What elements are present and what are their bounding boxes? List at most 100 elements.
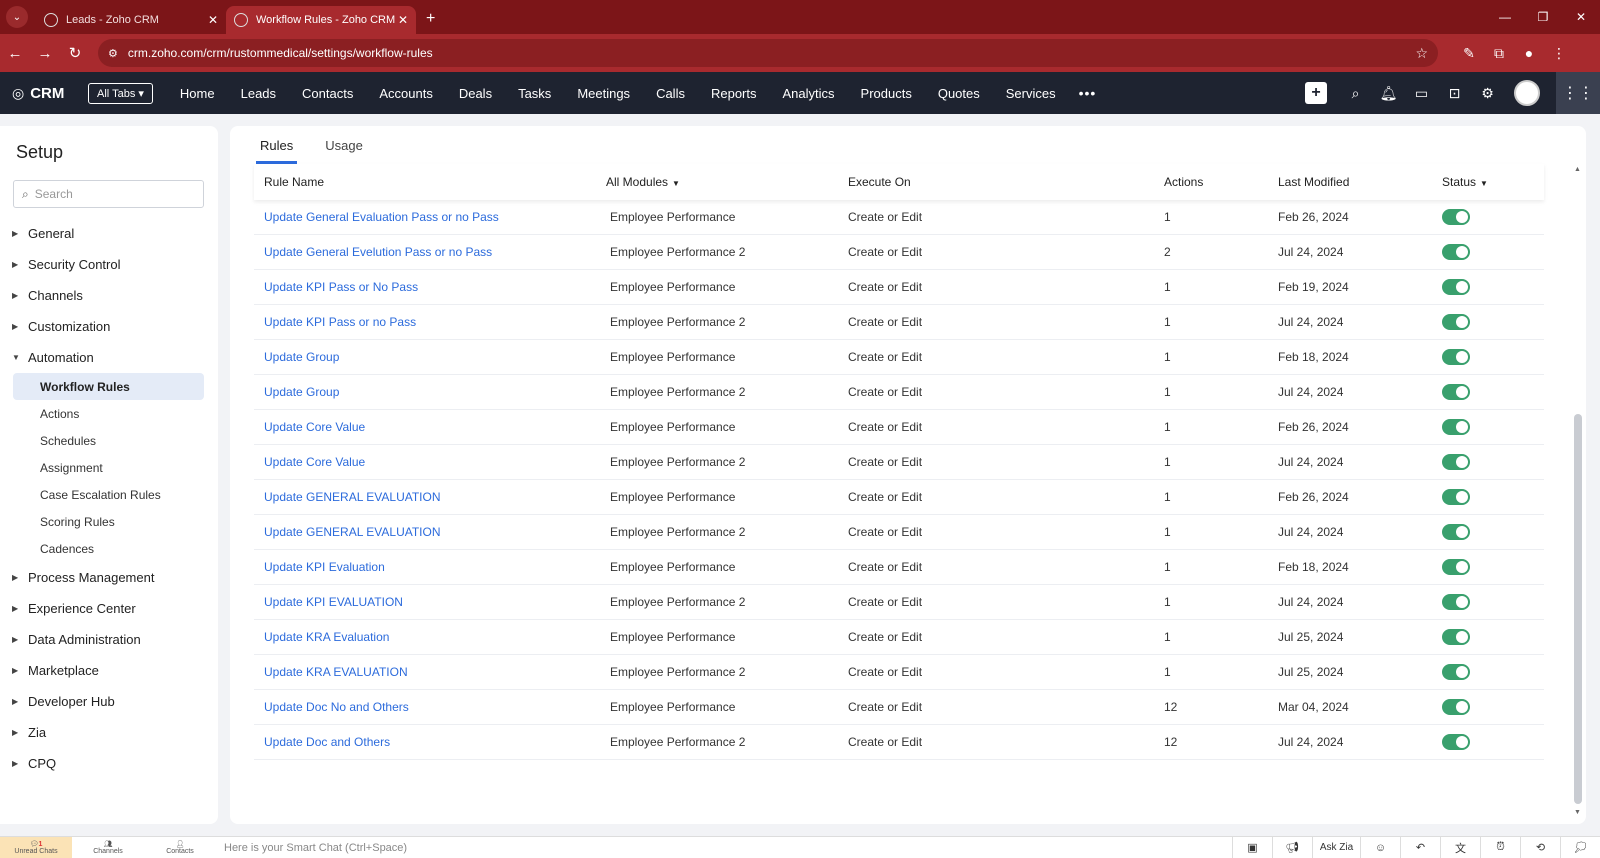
table-row[interactable]: Update General Evelution Pass or no Pass…	[254, 235, 1544, 270]
browser-menu-icon[interactable]: ⋮	[1544, 45, 1574, 62]
screen-share-icon[interactable]: ▣	[1232, 836, 1272, 858]
smart-chat-input[interactable]: Here is your Smart Chat (Ctrl+Space)	[224, 842, 1232, 854]
module-filter-dropdown[interactable]: All Modules ▼	[606, 175, 848, 189]
status-toggle[interactable]	[1442, 349, 1470, 365]
rule-name-link[interactable]: Update Doc and Others	[254, 735, 606, 749]
sidebar-item-schedules[interactable]: Schedules	[0, 427, 218, 454]
restore-icon[interactable]: ❐	[1524, 10, 1562, 24]
sidebar-item-developer-hub[interactable]: ▶ Developer Hub	[0, 686, 218, 717]
forward-icon[interactable]: →	[30, 45, 60, 62]
table-row[interactable]: Update KRA EVALUATION Employee Performanc…	[254, 655, 1544, 690]
nav-item[interactable]: Analytics	[770, 86, 848, 101]
rule-name-link[interactable]: Update Group	[254, 350, 606, 364]
avatar[interactable]	[1514, 80, 1540, 106]
translate-icon[interactable]: 文	[1440, 836, 1480, 858]
sidebar-item-cpq[interactable]: ▶ CPQ	[0, 748, 218, 779]
table-row[interactable]: Update Doc No and Others Employee Perform…	[254, 690, 1544, 725]
rule-name-link[interactable]: Update GENERAL EVALUATION	[254, 490, 606, 504]
rule-name-link[interactable]: Update Core Value	[254, 455, 606, 469]
status-toggle[interactable]	[1442, 489, 1470, 505]
table-row[interactable]: Update General Evaluation Pass or no Pas…	[254, 200, 1544, 235]
announcement-icon[interactable]: 📢︎	[1272, 836, 1312, 858]
minimize-icon[interactable]: —	[1486, 10, 1524, 24]
tab-rules[interactable]: Rules	[256, 126, 298, 164]
sidebar-item-experience-center[interactable]: ▶ Experience Center	[0, 593, 218, 624]
rule-name-link[interactable]: Update General Evaluation Pass or no Pas…	[254, 210, 606, 224]
marketplace-icon[interactable]: ⊡	[1438, 85, 1471, 102]
table-row[interactable]: Update GENERAL EVALUATION Employee Perfor…	[254, 480, 1544, 515]
sidebar-item-automation[interactable]: ▼ Automation	[0, 342, 218, 373]
scroll-thumb[interactable]	[1574, 414, 1582, 804]
sidebar-item-cadences[interactable]: Cadences	[0, 535, 218, 562]
alarm-icon[interactable]: ⏰︎	[1480, 836, 1520, 858]
status-toggle[interactable]	[1442, 734, 1470, 750]
pen-icon[interactable]: ✎	[1454, 45, 1484, 62]
status-toggle[interactable]	[1442, 384, 1470, 400]
sidebar-item-channels[interactable]: ▶ Channels	[0, 280, 218, 311]
more-icon[interactable]: •••	[1069, 85, 1107, 101]
table-row[interactable]: Update Group Employee Performance 2 Create…	[254, 375, 1544, 410]
scrollbar[interactable]: ▲ ▼	[1574, 166, 1582, 816]
rule-name-link[interactable]: Update Group	[254, 385, 606, 399]
nav-item[interactable]: Services	[993, 86, 1069, 101]
rule-name-link[interactable]: Update KPI Pass or No Pass	[254, 280, 606, 294]
rule-name-link[interactable]: Update Doc No and Others	[254, 700, 606, 714]
unread-chats-button[interactable]: 💬︎1 Unread Chats	[0, 836, 72, 858]
status-toggle[interactable]	[1442, 454, 1470, 470]
rule-name-link[interactable]: Update KPI EVALUATION	[254, 595, 606, 609]
crm-logo[interactable]: ◎ CRM	[0, 85, 88, 102]
table-row[interactable]: Update KPI Evaluation Employee Performanc…	[254, 550, 1544, 585]
status-toggle[interactable]	[1442, 664, 1470, 680]
status-toggle[interactable]	[1442, 279, 1470, 295]
sidebar-item-general[interactable]: ▶ General	[0, 218, 218, 249]
close-tab-icon[interactable]: ✕	[398, 13, 408, 27]
browser-tab-leads[interactable]: Leads - Zoho CRM ✕	[36, 6, 226, 34]
site-info-icon[interactable]: ⚙	[108, 47, 118, 60]
nav-item[interactable]: Home	[167, 86, 228, 101]
rule-name-link[interactable]: Update KRA Evaluation	[254, 630, 606, 644]
table-row[interactable]: Update KPI EVALUATION Employee Performanc…	[254, 585, 1544, 620]
sidebar-item-customization[interactable]: ▶ Customization	[0, 311, 218, 342]
gear-icon[interactable]: ⚙	[1471, 85, 1504, 102]
all-tabs-button[interactable]: All Tabs ▾	[88, 82, 153, 104]
status-toggle[interactable]	[1442, 594, 1470, 610]
zia-icon[interactable]: ☺	[1360, 836, 1400, 858]
apps-grid-icon[interactable]: ⋮⋮	[1556, 72, 1600, 114]
status-toggle[interactable]	[1442, 209, 1470, 225]
status-toggle[interactable]	[1442, 244, 1470, 260]
nav-item[interactable]: Deals	[446, 86, 505, 101]
status-toggle[interactable]	[1442, 314, 1470, 330]
sidebar-item-workflow-rules[interactable]: Workflow Rules	[13, 373, 204, 400]
sidebar-item-data-administration[interactable]: ▶ Data Administration	[0, 624, 218, 655]
sidebar-item-actions[interactable]: Actions	[0, 400, 218, 427]
table-row[interactable]: Update Doc and Others Employee Performanc…	[254, 725, 1544, 760]
status-toggle[interactable]	[1442, 419, 1470, 435]
url-field[interactable]: ⚙ crm.zoho.com/crm/rustommedical/setting…	[98, 39, 1438, 67]
status-filter-dropdown[interactable]: Status ▼	[1442, 175, 1542, 189]
undo-icon[interactable]: ↶	[1400, 836, 1440, 858]
rule-name-link[interactable]: Update General Evelution Pass or no Pass	[254, 245, 606, 259]
extensions-icon[interactable]: ⧉	[1484, 45, 1514, 62]
search-icon[interactable]: ⌕	[1339, 85, 1372, 102]
nav-item[interactable]: Products	[848, 86, 925, 101]
nav-item[interactable]: Calls	[643, 86, 698, 101]
table-row[interactable]: Update Core Value Employee Performance 2 C…	[254, 445, 1544, 480]
table-row[interactable]: Update Core Value Employee Performance Cre…	[254, 410, 1544, 445]
status-toggle[interactable]	[1442, 629, 1470, 645]
tab-usage[interactable]: Usage	[325, 126, 363, 164]
tab-search-icon[interactable]: ⌄	[6, 6, 28, 28]
ask-zia-button[interactable]: Ask Zia	[1312, 836, 1360, 858]
rule-name-link[interactable]: Update KRA EVALUATION	[254, 665, 606, 679]
channels-button[interactable]: 👥︎ Channels	[72, 837, 144, 858]
sidebar-item-zia[interactable]: ▶ Zia	[0, 717, 218, 748]
table-row[interactable]: Update KRA Evaluation Employee Performanc…	[254, 620, 1544, 655]
history-icon[interactable]: ⟲	[1520, 836, 1560, 858]
browser-tab-workflow-rules[interactable]: Workflow Rules - Zoho CRM ✕	[226, 6, 416, 34]
rule-name-link[interactable]: Update KPI Pass or no Pass	[254, 315, 606, 329]
scroll-up-icon[interactable]: ▲	[1574, 166, 1581, 173]
chat-bubble-icon[interactable]: 💭︎	[1560, 836, 1600, 858]
new-tab-button[interactable]: +	[426, 10, 435, 28]
status-toggle[interactable]	[1442, 524, 1470, 540]
calendar-icon[interactable]: ▭	[1405, 85, 1438, 102]
rule-name-link[interactable]: Update KPI Evaluation	[254, 560, 606, 574]
